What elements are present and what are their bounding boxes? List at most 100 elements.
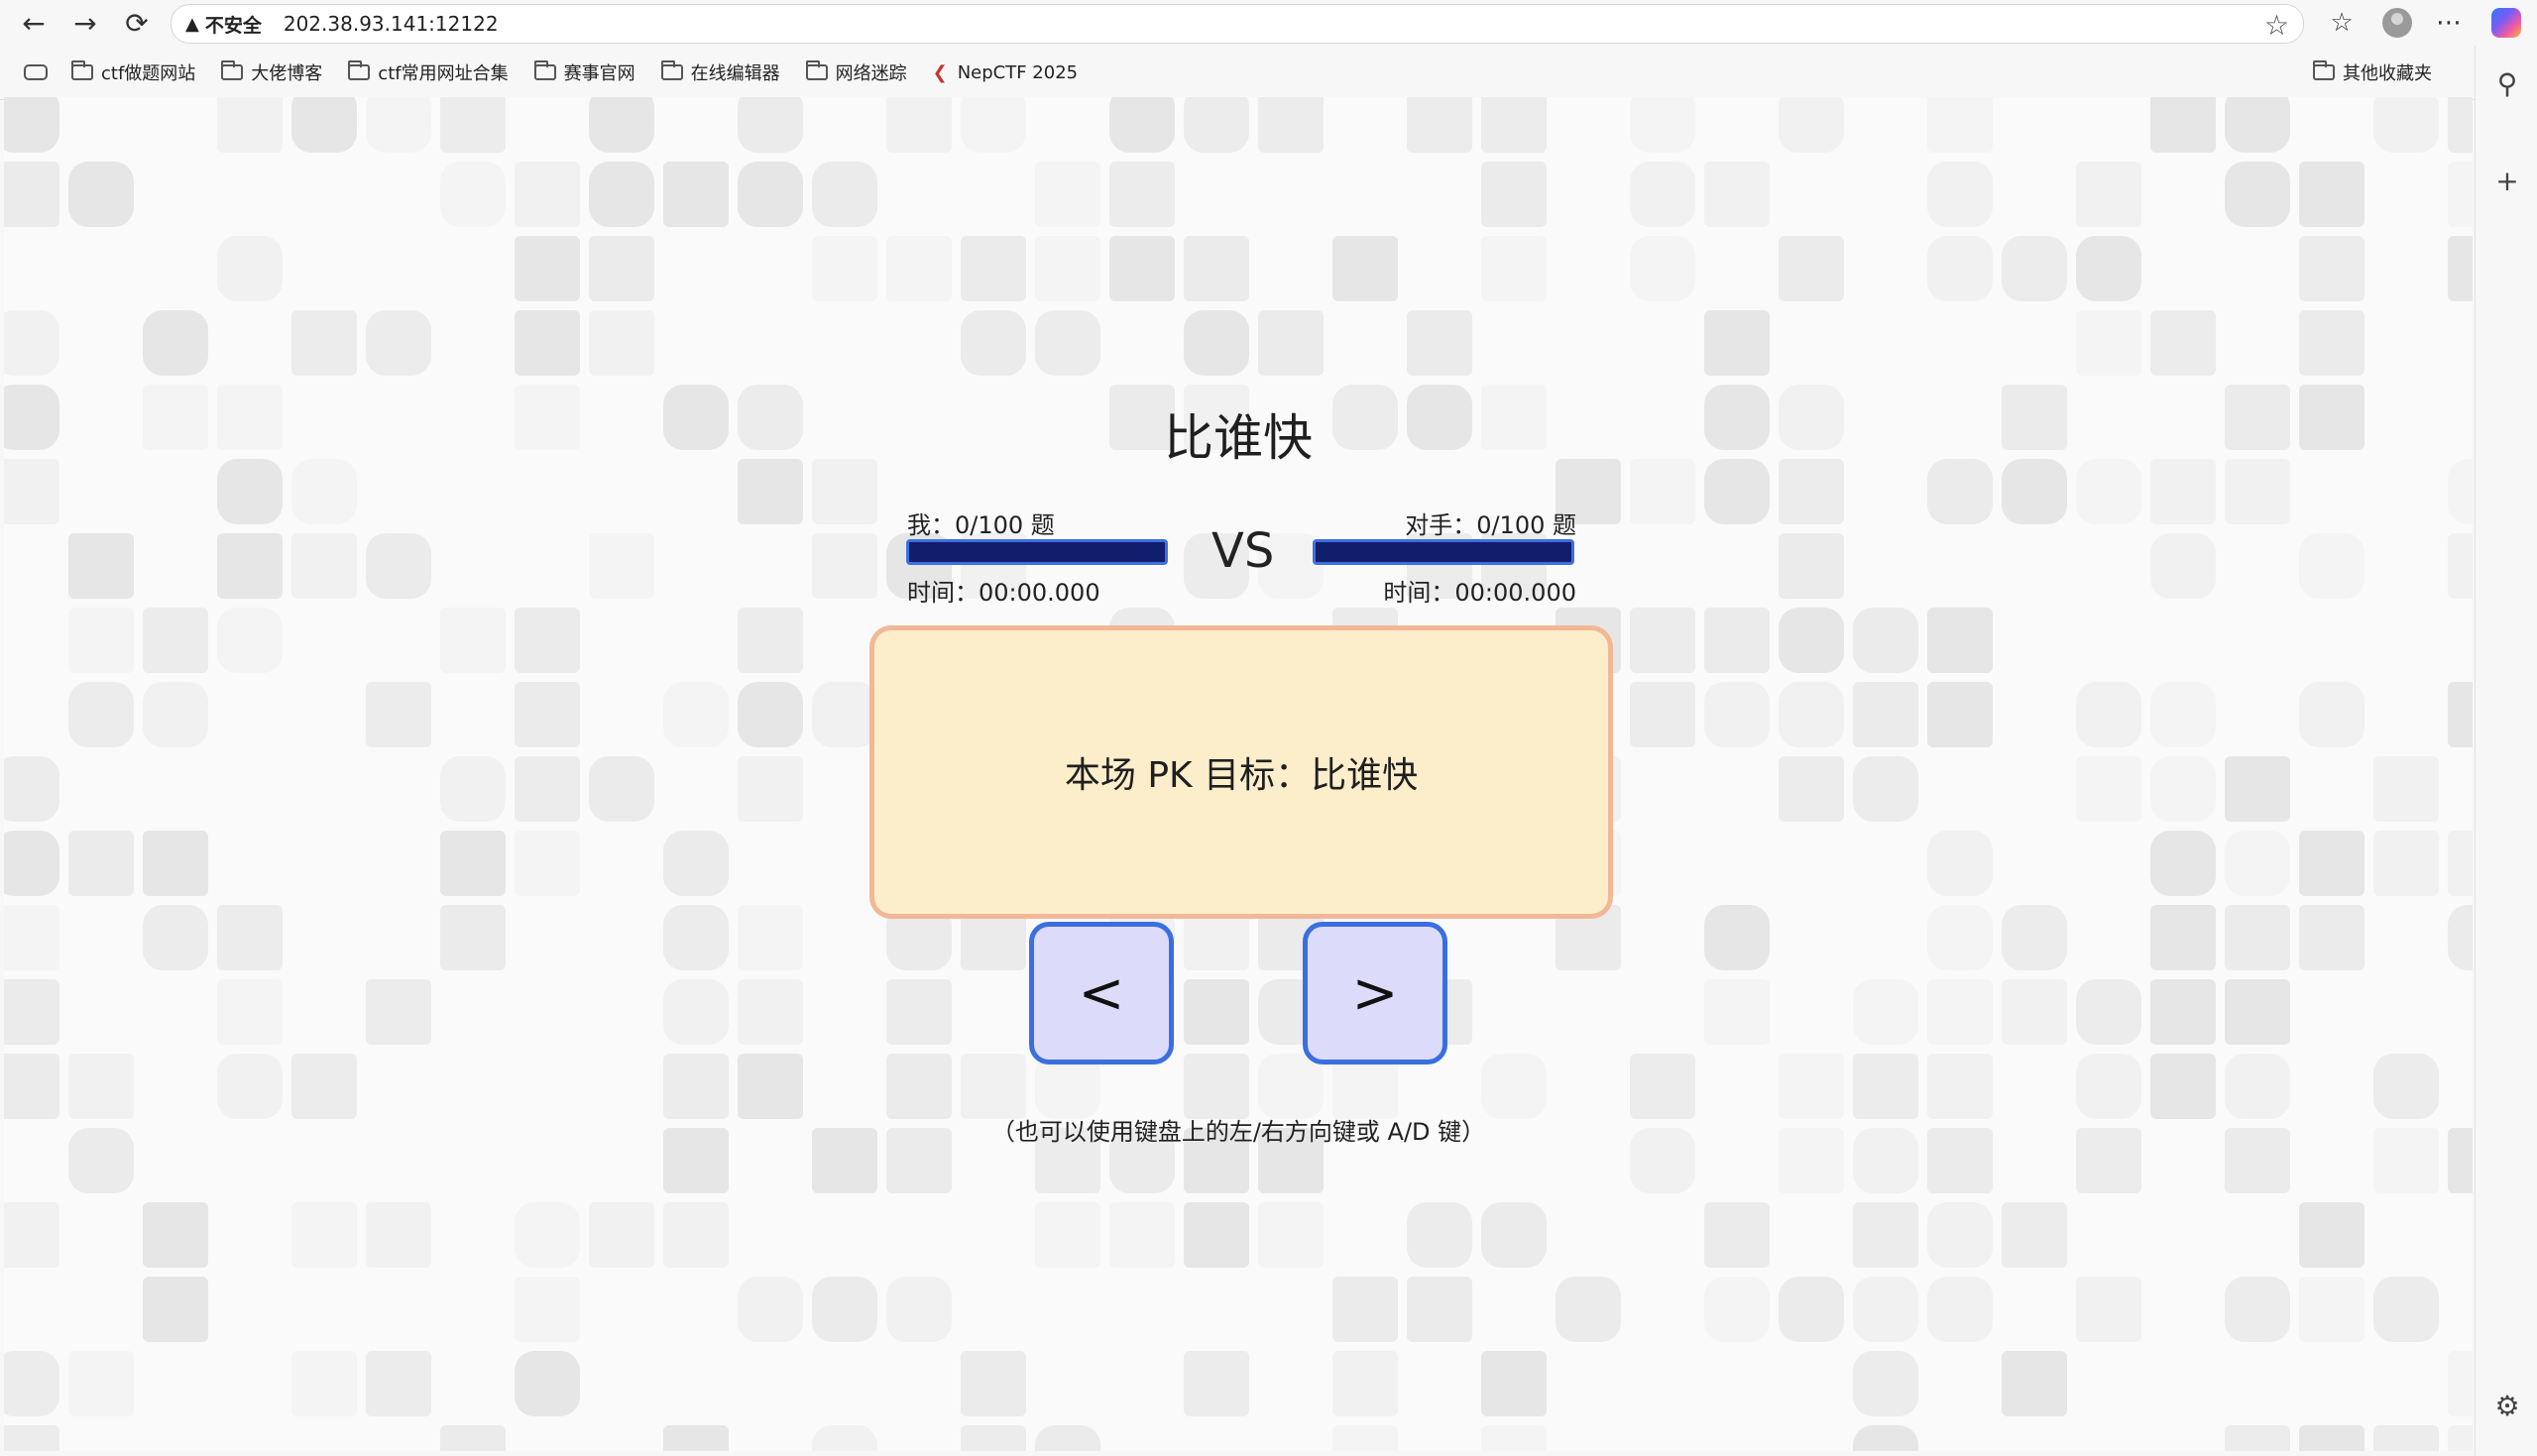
- background-tile: [1704, 682, 1770, 747]
- background-tile: [812, 236, 877, 301]
- background-tile: [515, 1351, 580, 1416]
- background-tile: [738, 756, 803, 822]
- background-tile: [217, 905, 283, 970]
- background-tile: [1184, 1351, 1249, 1416]
- background-tile: [1927, 162, 1993, 227]
- background-tile: [2448, 97, 2473, 153]
- background-tile: [663, 1425, 729, 1451]
- copilot-icon[interactable]: [2486, 0, 2526, 46]
- background-tile: [1779, 236, 1844, 301]
- background-tile: [1035, 310, 1100, 376]
- bookmark-online-editors[interactable]: 在线编辑器: [660, 59, 780, 85]
- profile-avatar[interactable]: [2377, 0, 2417, 46]
- background-tile: [2448, 533, 2473, 599]
- sidebar-toggle-icon[interactable]: [24, 64, 48, 80]
- background-tile: [68, 1351, 134, 1416]
- reload-icon[interactable]: ⟳: [115, 1, 159, 45]
- background-tile: [4, 162, 59, 227]
- background-tile: [2076, 1054, 2141, 1119]
- background-tile: [1258, 97, 1324, 153]
- background-tile: [1630, 97, 1695, 153]
- address-bar[interactable]: ▲ 不安全 202.38.93.141:12122 ☆: [171, 4, 2304, 44]
- background-tile: [812, 1425, 877, 1451]
- background-tile: [440, 756, 506, 822]
- background-tile: [1704, 1202, 1770, 1268]
- background-tile: [961, 1351, 1026, 1416]
- background-tile: [2076, 682, 2141, 747]
- bookmark-ctf-sites[interactable]: ctf做题网站: [71, 59, 195, 85]
- background-tile: [2299, 682, 2364, 747]
- background-tile: [1853, 1425, 1918, 1451]
- background-tile: [2299, 236, 2364, 301]
- background-tile: [2448, 905, 2473, 970]
- settings-gear-icon[interactable]: ⚙: [2489, 1388, 2525, 1423]
- background-tile: [68, 533, 134, 599]
- background-tile: [1332, 1277, 1398, 1342]
- background-tile: [961, 310, 1026, 376]
- background-tile: [663, 162, 729, 227]
- background-tile: [961, 1425, 1026, 1451]
- background-tile: [1258, 310, 1324, 376]
- right-button[interactable]: >: [1303, 922, 1447, 1064]
- forward-icon[interactable]: →: [63, 1, 107, 45]
- background-tile: [1779, 608, 1844, 673]
- goal-card: 本场 PK 目标：比谁快: [869, 625, 1613, 919]
- background-tile: [738, 608, 803, 673]
- folder-icon: [221, 60, 244, 80]
- background-tile: [1853, 1054, 1918, 1119]
- more-menu-icon[interactable]: ⋯: [2429, 0, 2469, 46]
- url-text[interactable]: 202.38.93.141:12122: [284, 12, 499, 36]
- back-icon[interactable]: ←: [12, 1, 56, 45]
- warning-icon: ▲: [185, 13, 199, 35]
- background-tile: [143, 682, 208, 747]
- background-tile: [515, 608, 580, 673]
- background-tile: [2225, 1054, 2290, 1119]
- background-tile: [68, 831, 134, 896]
- background-tile: [1927, 1054, 1993, 1119]
- my-progress-label: 我：0/100 题: [907, 511, 1055, 539]
- background-tile: [2448, 162, 2473, 227]
- background-tile: [1035, 236, 1100, 301]
- background-tile: [812, 533, 877, 599]
- background-tile: [2150, 97, 2216, 153]
- background-tile: [663, 1202, 729, 1268]
- background-tile: [738, 162, 803, 227]
- background-tile: [1927, 97, 1993, 153]
- background-tile: [1630, 682, 1695, 747]
- background-tile: [1630, 162, 1695, 227]
- bookmark-blogs[interactable]: 大佬博客: [221, 59, 322, 85]
- background-tile: [812, 162, 877, 227]
- background-tile: [1481, 236, 1547, 301]
- background-tile: [1853, 682, 1918, 747]
- bookmark-contest-sites[interactable]: 赛事官网: [533, 59, 635, 85]
- bookmark-osint[interactable]: 网络迷踪: [805, 59, 907, 85]
- background-tile: [2002, 236, 2067, 301]
- other-bookmarks[interactable]: 其他收藏夹: [2313, 46, 2432, 99]
- background-tile: [812, 1277, 877, 1342]
- background-tile: [515, 1202, 580, 1268]
- background-tile: [1184, 310, 1249, 376]
- background-tile: [2076, 979, 2141, 1045]
- background-tile: [515, 1277, 580, 1342]
- background-tile: [2225, 97, 2290, 153]
- favorite-star-icon[interactable]: ☆: [2264, 9, 2289, 42]
- bookmark-nepctf[interactable]: ❮ NepCTF 2025: [933, 62, 1079, 83]
- background-tile: [1853, 608, 1918, 673]
- bookmark-ctf-links[interactable]: ctf常用网址合集: [348, 59, 509, 85]
- background-tile: [2076, 756, 2141, 822]
- background-tile: [2076, 1277, 2141, 1342]
- background-tile: [4, 1202, 59, 1268]
- background-tile: [1184, 1202, 1249, 1268]
- background-tile: [440, 831, 506, 896]
- left-button[interactable]: <: [1029, 922, 1174, 1064]
- add-icon[interactable]: +: [2489, 163, 2525, 198]
- background-tile: [2448, 1425, 2473, 1451]
- background-tile: [217, 608, 283, 673]
- background-tile: [1927, 682, 1993, 747]
- favorites-icon[interactable]: ☆: [2322, 0, 2362, 46]
- background-tile: [2002, 1351, 2067, 1416]
- background-tile: [1332, 1351, 1398, 1416]
- search-icon[interactable]: ⚲: [2489, 65, 2525, 101]
- background-tile: [217, 979, 283, 1045]
- background-tile: [291, 1054, 357, 1119]
